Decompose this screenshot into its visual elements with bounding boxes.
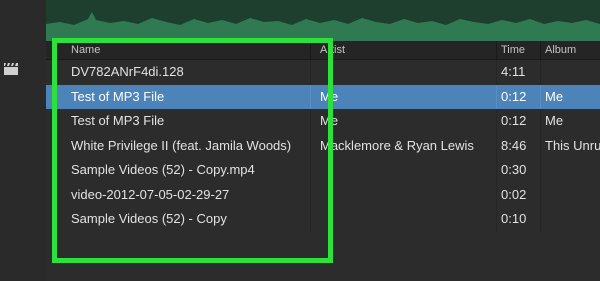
cell-name: video-2012-07-05-02-29-27	[71, 186, 230, 202]
column-header-album[interactable]: Album	[540, 41, 600, 59]
cell-time: 0:12	[496, 84, 540, 109]
cell-name: DV782ANrF4di.128	[71, 64, 184, 79]
cell-time: 0:10	[496, 207, 540, 232]
column-header-row: Name Artist Time Album	[46, 41, 600, 60]
cell-name: Test of MP3 File	[71, 88, 165, 104]
cell-name: Test of MP3 File	[71, 113, 165, 128]
table-row[interactable]: Sample Videos (52) - Copy 0:10	[46, 207, 600, 232]
cell-album	[540, 158, 600, 183]
media-list: Name Artist Time Album DV782ANrF4di.128 …	[46, 41, 600, 281]
cell-album: Me	[540, 84, 600, 109]
cell-album	[540, 207, 600, 232]
cell-artist: Me	[310, 109, 496, 134]
cell-time: 0:02	[496, 182, 540, 207]
table-row[interactable]: Test of MP3 File Me 0:12 Me	[46, 109, 600, 134]
clapperboard-icon[interactable]	[3, 62, 19, 76]
audio-waveform[interactable]	[46, 0, 600, 41]
cell-time: 8:46	[496, 133, 540, 158]
cell-name: Sample Videos (52) - Copy.mp4	[71, 162, 255, 177]
table-row[interactable]: White Privilege II (feat. Jamila Woods) …	[46, 133, 600, 158]
column-header-name[interactable]: Name	[46, 41, 310, 59]
cell-artist: Me	[310, 84, 496, 109]
table-row[interactable]: Sample Videos (52) - Copy.mp4 0:30	[46, 158, 600, 183]
cell-album: Me	[540, 109, 600, 134]
cell-album: This Unru	[540, 133, 600, 158]
waveform-shape	[46, 12, 600, 41]
cell-name: Sample Videos (52) - Copy	[71, 211, 227, 226]
media-rows: DV782ANrF4di.128 4:11 Test of MP3 File M…	[46, 60, 600, 232]
table-row-selected[interactable]: Test of MP3 File Me 0:12 Me	[46, 84, 600, 109]
cell-album	[540, 60, 600, 85]
cell-artist	[310, 182, 496, 207]
column-header-time[interactable]: Time	[496, 41, 540, 59]
cell-artist	[310, 60, 496, 85]
cell-time: 0:30	[496, 158, 540, 183]
cell-album	[540, 182, 600, 207]
cell-time: 0:12	[496, 109, 540, 134]
sidebar	[0, 0, 47, 281]
table-row[interactable]: video-2012-07-05-02-29-27 0:02	[46, 182, 600, 207]
cell-artist	[310, 158, 496, 183]
table-row[interactable]: DV782ANrF4di.128 4:11	[46, 60, 600, 85]
cell-time: 4:11	[496, 60, 540, 85]
cell-artist	[310, 207, 496, 232]
cell-name: White Privilege II (feat. Jamila Woods)	[71, 137, 292, 153]
column-header-artist[interactable]: Artist	[310, 41, 496, 59]
cell-artist: Macklemore & Ryan Lewis	[310, 133, 496, 158]
